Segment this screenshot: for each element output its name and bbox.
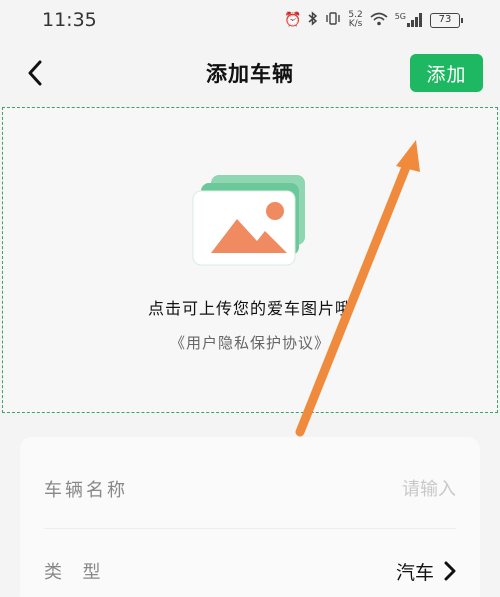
vehicle-type-selector[interactable]: 汽车 — [396, 558, 456, 585]
vehicle-name-row: 车辆名称 — [20, 459, 480, 519]
vehicle-form-card: 车辆名称 类 型 汽车 — [20, 437, 480, 597]
bluetooth-icon — [308, 11, 318, 29]
status-bar: 11:35 ⏰ 5.2 K/s 5G 73 — [0, 0, 500, 40]
wifi-icon — [370, 12, 388, 29]
net-speed-unit: K/s — [348, 19, 363, 29]
vehicle-type-value: 汽车 — [395, 561, 434, 584]
vehicle-name-input[interactable] — [276, 478, 456, 500]
vehicle-type-label: 类 型 — [44, 562, 104, 583]
add-button[interactable]: 添加 — [410, 54, 483, 92]
vehicle-type-row[interactable]: 类 型 汽车 — [20, 541, 480, 597]
alarm-icon: ⏰ — [283, 12, 302, 28]
privacy-agreement-link[interactable]: 《用户隐私保护协议》 — [3, 332, 497, 353]
photo-upload-area[interactable]: 点击可上传您的爱车图片哦 《用户隐私保护协议》 — [2, 107, 498, 413]
nav-bar: 添加车辆 添加 — [0, 48, 500, 98]
vibrate-icon — [325, 11, 341, 29]
chevron-right-icon — [444, 561, 456, 581]
form-divider — [44, 528, 456, 529]
upload-hint: 点击可上传您的爱车图片哦 — [147, 299, 352, 318]
image-placeholder-icon — [192, 175, 305, 266]
status-time: 11:35 — [42, 9, 97, 31]
status-icons: ⏰ 5.2 K/s 5G 73 — [283, 11, 463, 29]
vehicle-name-label: 车辆名称 — [44, 480, 128, 501]
net-speed: 5.2 K/s — [348, 11, 362, 29]
signal-label: 5G — [394, 12, 406, 21]
signal-icon: 5G — [395, 13, 423, 27]
battery-icon: 73 — [430, 12, 463, 28]
